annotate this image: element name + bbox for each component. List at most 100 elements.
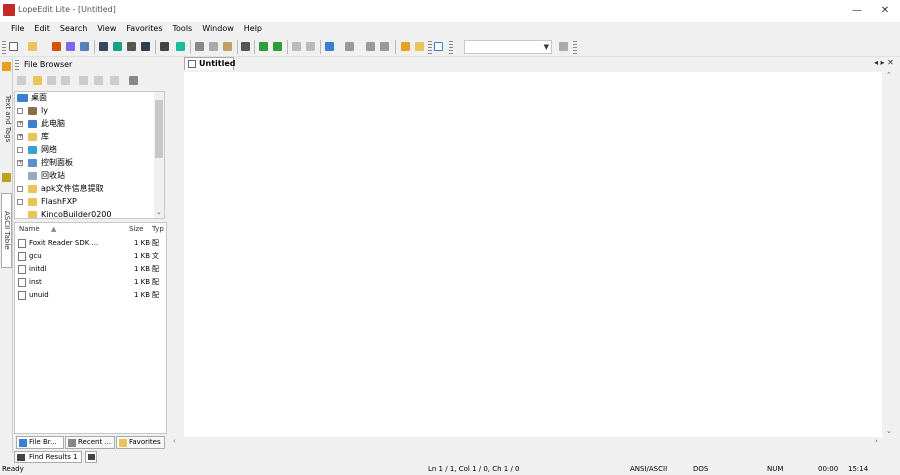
tree-item[interactable]: apk文件信息提取 [15, 183, 155, 195]
expander[interactable] [17, 199, 23, 205]
expander[interactable] [17, 108, 23, 114]
goto-icon[interactable] [415, 42, 424, 51]
indent-icon[interactable] [259, 42, 268, 51]
menu-favorites[interactable]: Favorites [121, 22, 167, 35]
status-eol[interactable]: DOS [693, 465, 708, 473]
tree-item[interactable]: + 此电脑 [15, 118, 155, 130]
status-encoding[interactable]: ANSI/ASCII [630, 465, 667, 473]
tab-recent[interactable]: Recent ... [65, 436, 115, 449]
minimize-button[interactable]: — [842, 4, 872, 18]
expander[interactable]: + [17, 160, 23, 166]
search-go-icon[interactable] [559, 42, 568, 51]
tree-item[interactable]: FlashFXP [15, 196, 155, 208]
menu-search[interactable]: Search [55, 22, 92, 35]
tree-item[interactable]: + 控制面板 [15, 157, 155, 169]
print-icon[interactable] [66, 42, 75, 51]
expander[interactable] [17, 186, 23, 192]
redo-icon[interactable] [306, 42, 315, 51]
menu-tools[interactable]: Tools [168, 22, 198, 35]
column-type[interactable]: Typ [152, 225, 164, 233]
scroll-thumb[interactable] [155, 100, 163, 158]
properties-icon[interactable] [80, 42, 89, 51]
menu-help[interactable]: Help [239, 22, 267, 35]
tab-find-results[interactable]: Find Results 1 [14, 451, 82, 463]
tree-item[interactable]: ly [15, 105, 155, 117]
editor-vertical-scrollbar[interactable]: ⌃ ⌄ [884, 71, 895, 437]
file-row[interactable]: inst 1 KB 配 [15, 276, 166, 288]
save-icon[interactable] [99, 42, 108, 51]
save-all-icon[interactable] [127, 42, 136, 51]
search-combo[interactable]: ▼ [464, 40, 552, 54]
window-icon[interactable] [434, 42, 443, 51]
tree-item[interactable]: KincoBuilder0200 [15, 209, 155, 218]
chevron-right-icon[interactable]: › [875, 437, 878, 445]
tab-ascii-table[interactable]: ASCII Table [1, 193, 12, 268]
file-row[interactable]: initdl 1 KB 配 [15, 263, 166, 275]
editor-horizontal-scrollbar[interactable]: ‹ › [171, 437, 883, 447]
reload-icon[interactable] [52, 42, 61, 51]
chevron-left-icon[interactable]: ‹ [173, 437, 176, 445]
new-folder-icon[interactable] [47, 76, 56, 85]
cut-icon[interactable] [195, 42, 204, 51]
filter-icon[interactable] [61, 76, 70, 85]
expander[interactable]: + [17, 134, 23, 140]
toolbar-grip[interactable] [573, 40, 577, 54]
expander[interactable]: + [17, 121, 23, 127]
tree-item[interactable]: 网络 [15, 144, 155, 156]
expander[interactable] [17, 147, 23, 153]
menu-file[interactable]: File [6, 22, 29, 35]
toolbar-grip[interactable] [449, 40, 453, 54]
tree-scrollbar[interactable]: ⌄ [154, 92, 164, 218]
print-preview-icon[interactable] [160, 42, 169, 51]
chevron-down-icon[interactable]: ▼ [544, 43, 549, 51]
replace-all-icon[interactable] [380, 42, 389, 51]
menu-view[interactable]: View [92, 22, 121, 35]
toolbar-grip[interactable] [428, 40, 432, 54]
status-num: NUM [767, 465, 784, 473]
tab-scroll-controls[interactable]: ◂ ▸ ✕ [874, 58, 894, 67]
tab-file-browser[interactable]: File Br... [16, 436, 64, 449]
back-icon[interactable] [17, 76, 26, 85]
view-mode-icon[interactable] [129, 76, 138, 85]
new-file-icon[interactable] [9, 42, 18, 51]
tree-item[interactable]: 桌面 [15, 92, 155, 104]
outdent-icon[interactable] [273, 42, 282, 51]
column-size[interactable]: Size [129, 225, 143, 233]
replace-icon[interactable] [366, 42, 375, 51]
tab-text-and-tags[interactable]: Text and Tags [1, 74, 12, 164]
menu-edit[interactable]: Edit [29, 22, 55, 35]
close-file-icon[interactable] [141, 42, 150, 51]
save-as-icon[interactable] [113, 42, 122, 51]
status-bar: Ready Ln 1 / 1, Col 1 / 0, Ch 1 / 0 ANSI… [0, 464, 900, 475]
undo-icon[interactable] [292, 42, 301, 51]
find-next-icon[interactable] [345, 42, 354, 51]
open-file-icon[interactable] [28, 42, 37, 51]
toolbar-grip[interactable] [2, 40, 6, 54]
find-icon[interactable] [325, 42, 334, 51]
star-icon[interactable] [110, 76, 119, 85]
find-results-toggle[interactable] [85, 451, 97, 463]
tab-favorites[interactable]: Favorites [116, 436, 165, 449]
chevron-down-icon[interactable]: ⌄ [886, 427, 892, 435]
close-button[interactable]: ✕ [870, 4, 900, 18]
chevron-down-icon[interactable]: ⌄ [156, 208, 162, 216]
tree-item[interactable]: 回收站 [15, 170, 155, 182]
chevron-up-icon[interactable]: ⌃ [886, 71, 892, 79]
copy-icon[interactable] [209, 42, 218, 51]
properties-icon[interactable] [94, 76, 103, 85]
format-icon[interactable] [241, 42, 250, 51]
web-preview-icon[interactable] [176, 42, 185, 51]
editor-text-area[interactable] [184, 72, 882, 437]
file-row[interactable]: unuid 1 KB 配 [15, 289, 166, 301]
bookmark-icon[interactable] [401, 42, 410, 51]
delete-icon[interactable] [79, 76, 88, 85]
menu-window[interactable]: Window [197, 22, 239, 35]
folder-up-icon[interactable] [33, 76, 42, 85]
tree-item[interactable]: + 库 [15, 131, 155, 143]
column-name[interactable]: Name [19, 225, 40, 233]
file-row[interactable]: gcu 1 KB 文 [15, 250, 166, 262]
file-row[interactable]: Foxit Reader SDK ... 1 KB 配 [15, 237, 166, 249]
panel-grip[interactable] [15, 58, 19, 70]
tab-untitled[interactable]: Untitled [184, 57, 235, 70]
paste-icon[interactable] [223, 42, 232, 51]
